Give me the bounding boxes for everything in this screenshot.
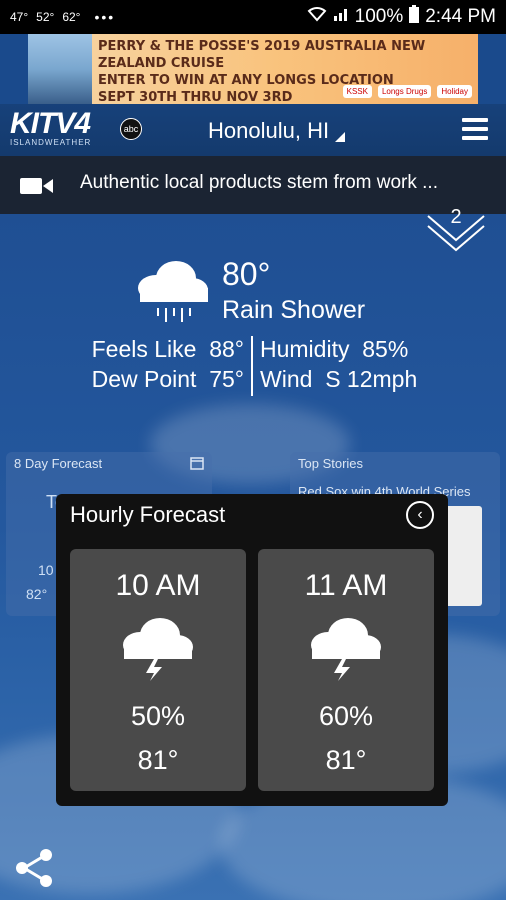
battery-percent: 100% — [354, 6, 404, 27]
hamburger-menu-icon[interactable] — [462, 118, 488, 140]
brand-logo: KITV4 ISLANDWEATHER abc — [10, 107, 142, 147]
ad-logos: KSSK Longs Drugs Holiday — [342, 85, 472, 98]
alerts-chevron[interactable]: 2 — [426, 194, 486, 254]
current-temperature: 80° — [222, 256, 271, 292]
dew-point-value: 75° — [209, 366, 244, 392]
thunderstorm-icon — [308, 615, 384, 686]
news-headline: Authentic local products stem from work … — [80, 172, 438, 193]
feels-like: Feels Like 88° — [92, 336, 244, 363]
rain-shower-icon — [136, 258, 210, 329]
eight-day-precip: 10 — [38, 562, 54, 578]
wifi-icon — [307, 6, 327, 28]
eight-day-temp: 82° — [26, 586, 48, 602]
feels-like-label: Feels Like — [91, 336, 197, 362]
humidity: Humidity 85% — [260, 336, 408, 363]
status-temps: 47° 52° 62° — [10, 10, 80, 24]
status-temp-2: 52° — [36, 10, 55, 24]
hourly-title: Hourly Forecast — [70, 502, 226, 527]
hourly-forecast-card: Hourly Forecast ‹ 10 AM 50% 81° 11 AM 60… — [56, 494, 448, 806]
wind: Wind S 12mph — [260, 366, 417, 393]
humidity-value: 85% — [362, 336, 409, 362]
brand-name: KITV4 — [10, 107, 91, 140]
signal-icon — [333, 6, 349, 28]
battery-icon — [409, 5, 420, 29]
thunderstorm-icon — [120, 615, 196, 686]
humidity-label: Humidity — [260, 336, 350, 362]
hourly-item[interactable]: 11 AM 60% 81° — [258, 549, 434, 791]
top-stories-title: Top Stories — [298, 456, 364, 471]
ad-logo-1: KSSK — [342, 85, 372, 98]
ad-banner[interactable]: PERRY & THE POSSE'S 2019 AUSTRALIA NEW Z… — [28, 34, 478, 104]
dropdown-triangle-icon — [335, 132, 346, 142]
ad-logo-3: Holiday — [437, 85, 472, 98]
hourly-item[interactable]: 10 AM 50% 81° — [70, 549, 246, 791]
hourly-temp: 81° — [325, 745, 367, 775]
current-condition: Rain Shower — [222, 296, 366, 324]
dew-point-label: Dew Point — [91, 366, 197, 392]
wind-label: Wind — [260, 366, 313, 392]
location-label: Honolulu, HI — [208, 118, 330, 143]
hourly-precip: 50% — [130, 701, 186, 731]
status-temp-1: 47° — [10, 10, 29, 24]
share-icon[interactable] — [12, 846, 56, 895]
location-selector[interactable]: Honolulu, HI — [208, 118, 346, 144]
app-header: KITV4 ISLANDWEATHER abc Honolulu, HI — [0, 104, 506, 156]
dew-point: Dew Point 75° — [92, 366, 244, 393]
status-time: 2:44 PM — [425, 6, 496, 27]
status-overflow: ••• — [94, 9, 116, 25]
hourly-precip: 60% — [318, 701, 374, 731]
ad-logo-2: Longs Drugs — [377, 85, 432, 98]
hourly-time: 10 AM — [115, 569, 201, 602]
eight-day-title: 8 Day Forecast — [14, 456, 103, 471]
brand-subtitle: ISLANDWEATHER — [10, 138, 92, 147]
alerts-count: 2 — [450, 206, 462, 228]
status-temp-3: 62° — [62, 10, 81, 24]
hourly-time: 11 AM — [304, 569, 388, 602]
ad-photo — [28, 34, 92, 104]
video-camera-icon — [20, 176, 54, 201]
back-chevron-icon[interactable]: ‹ — [406, 501, 434, 529]
ad-line-1: PERRY & THE POSSE'S 2019 AUSTRALIA NEW Z… — [98, 39, 426, 71]
wind-value: S 12mph — [325, 366, 418, 392]
status-bar: 47° 52° 62° ••• 100% 2:44 PM — [0, 0, 506, 34]
hourly-temp: 81° — [137, 745, 179, 775]
feels-like-value: 88° — [209, 336, 244, 362]
calendar-icon — [190, 456, 204, 475]
abc-logo: abc — [120, 118, 142, 140]
